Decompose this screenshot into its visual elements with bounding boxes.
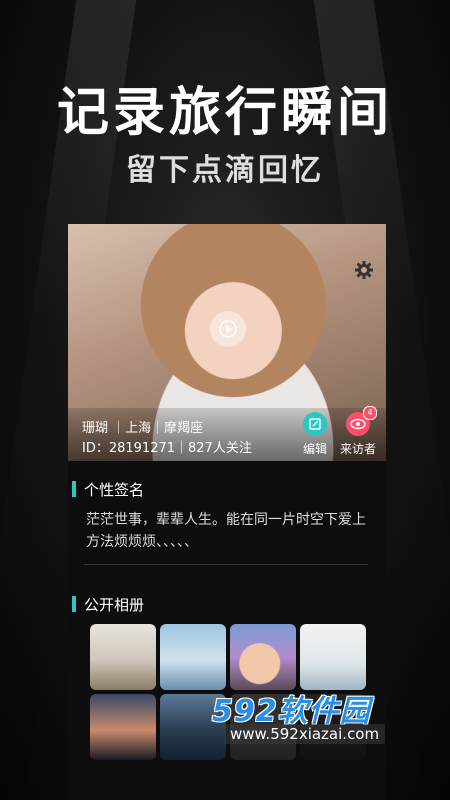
signature-title: 个性签名 [72, 479, 144, 500]
baby-balloons-photo[interactable] [230, 624, 296, 690]
edit-button[interactable]: 编辑 [291, 412, 339, 457]
album-title: 公开相册 [72, 594, 144, 615]
divider [84, 564, 368, 565]
profile-cover-photo: 珊瑚 ｜上海｜摩羯座 ID：28191271｜827人关注 编辑 4 来访者 [68, 224, 386, 461]
promo-subline: 留下点滴回忆 [126, 153, 324, 188]
man-building-photo[interactable] [300, 624, 366, 690]
watermark: 592软件园 www.592xiazai.com [212, 686, 414, 746]
edit-label: 编辑 [302, 442, 327, 456]
watermark-url: www.592xiazai.com [224, 724, 386, 744]
signature-text: 茫茫世事，辈辈人生。能在同一片时空下爱上方法烦烦烦、、、、、 [86, 512, 366, 550]
eye-icon: 4 [346, 406, 377, 436]
promo-headline: 记录旅行瞬间 [56, 83, 393, 143]
palm-trees-photo[interactable] [90, 624, 156, 690]
play-video-button[interactable] [210, 311, 246, 347]
gear-icon[interactable] [354, 260, 374, 280]
profile-name-location: 珊瑚 ｜上海｜摩羯座 [82, 421, 204, 436]
pier-ferris-wheel-photo[interactable] [160, 624, 226, 690]
profile-id-followers: ID：28191271｜827人关注 [82, 441, 252, 456]
play-icon [219, 320, 237, 338]
visitors-label: 来访者 [339, 442, 376, 456]
visitors-button[interactable]: 4 来访者 [334, 406, 382, 457]
visitors-count-badge: 4 [363, 406, 377, 420]
profile-info-bar: 珊瑚 ｜上海｜摩羯座 ID：28191271｜827人关注 编辑 4 来访者 [68, 406, 386, 461]
sunset-city-photo[interactable] [90, 694, 156, 760]
edit-icon [303, 412, 327, 436]
